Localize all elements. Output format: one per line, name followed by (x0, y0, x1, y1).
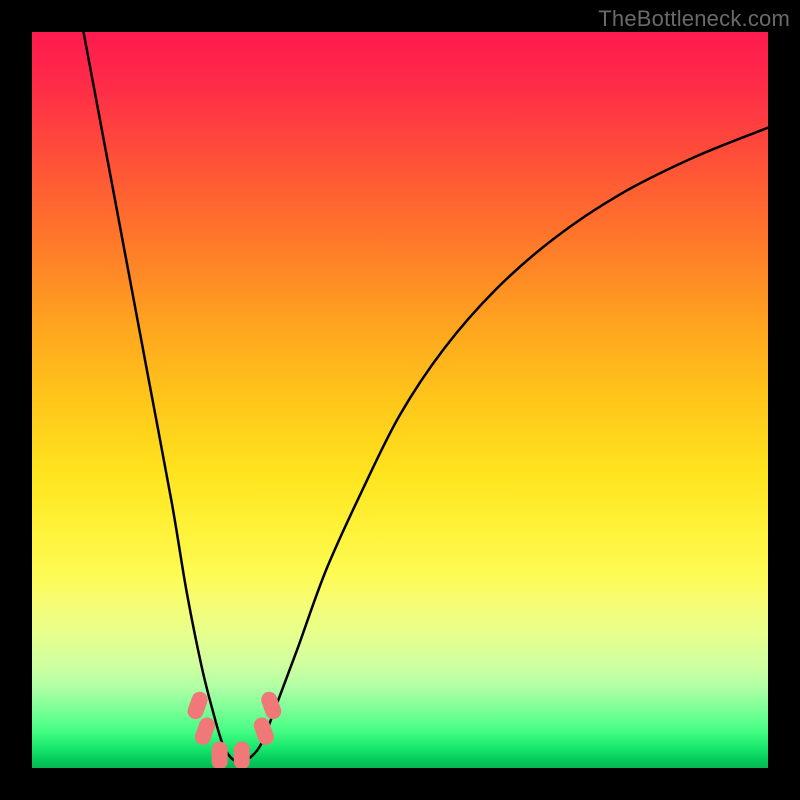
bottleneck-curve (84, 32, 768, 762)
attribution-label: TheBottleneck.com (598, 6, 790, 32)
curve-marker (185, 690, 210, 722)
curve-marker (252, 715, 277, 747)
curve-marker (193, 715, 218, 747)
curve-markers (185, 690, 283, 768)
plot-area (32, 32, 768, 768)
curve-layer (32, 32, 768, 768)
curve-marker (234, 741, 250, 768)
chart-frame: TheBottleneck.com (0, 0, 800, 800)
curve-marker (212, 741, 228, 768)
